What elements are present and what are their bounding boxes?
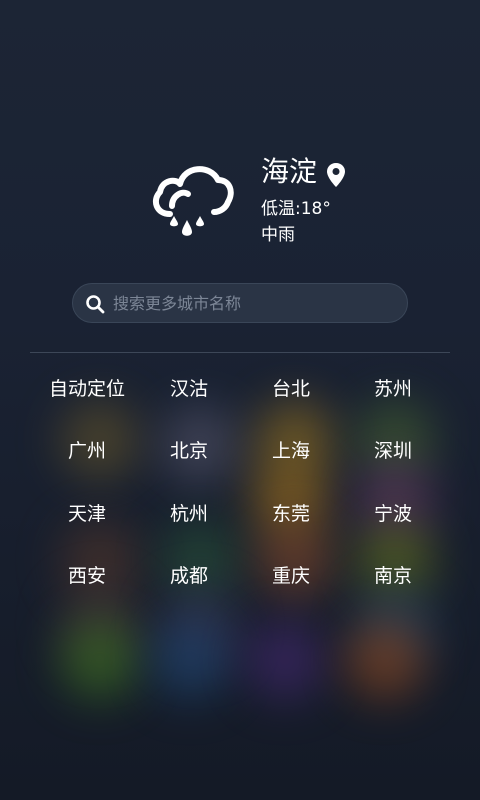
- city-item[interactable]: 成都: [138, 544, 240, 607]
- city-search-box[interactable]: [72, 283, 408, 323]
- background-glow: [345, 620, 425, 700]
- cloud-rain-icon: [152, 166, 234, 236]
- city-item[interactable]: 汉沽: [138, 356, 240, 419]
- city-item[interactable]: 宁波: [342, 481, 444, 544]
- low-temperature: 低温:18°: [261, 199, 331, 219]
- city-item[interactable]: 北京: [138, 419, 240, 482]
- city-item[interactable]: 广州: [36, 419, 138, 482]
- city-item[interactable]: 上海: [240, 419, 342, 482]
- weather-condition: 中雨: [261, 225, 295, 245]
- city-item[interactable]: 东莞: [240, 481, 342, 544]
- city-search-input[interactable]: [113, 284, 393, 322]
- city-item[interactable]: 重庆: [240, 544, 342, 607]
- city-item-auto-locate[interactable]: 自动定位: [36, 356, 138, 419]
- background-glow: [245, 620, 325, 700]
- background-glow: [60, 620, 140, 700]
- search-icon: [86, 295, 105, 314]
- popular-cities-grid: 自动定位 汉沽 台北 苏州 广州 北京 上海 深圳 天津 杭州 东莞 宁波 西安…: [36, 356, 444, 606]
- city-item[interactable]: 苏州: [342, 356, 444, 419]
- background-glow: [150, 620, 230, 700]
- current-city-name[interactable]: 海淀: [261, 154, 317, 190]
- city-item[interactable]: 深圳: [342, 419, 444, 482]
- location-pin-icon: [327, 163, 345, 187]
- city-item[interactable]: 南京: [342, 544, 444, 607]
- city-item[interactable]: 杭州: [138, 481, 240, 544]
- current-weather: 海淀 低温:18° 中雨: [0, 148, 480, 258]
- city-item[interactable]: 天津: [36, 481, 138, 544]
- city-item[interactable]: 西安: [36, 544, 138, 607]
- city-item[interactable]: 台北: [240, 356, 342, 419]
- divider: [30, 352, 450, 353]
